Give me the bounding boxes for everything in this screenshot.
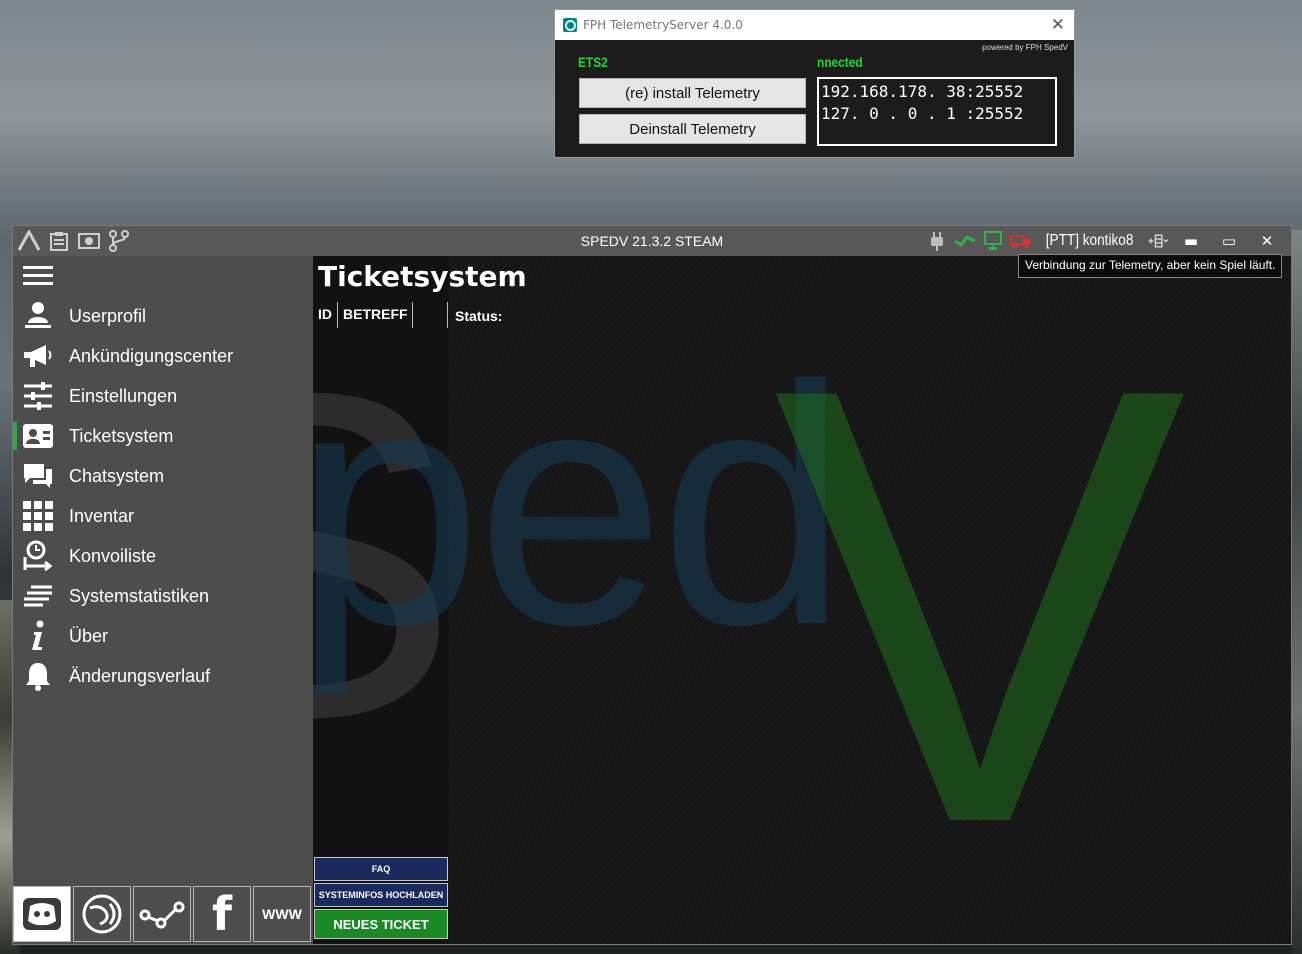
sliders-icon	[21, 381, 55, 411]
app-titlebar: SPEDV 21.3.2 STEAM [PTT] kontiko8 ▬ ▭ ✕	[13, 226, 1291, 256]
titlebar-status: [PTT] kontiko8 ▬ ▭ ✕	[926, 229, 1283, 253]
sidebar-item-ueber[interactable]: Über	[13, 616, 313, 656]
sidebar-item-aenderungsverlauf[interactable]: Änderungsverlauf	[13, 656, 313, 696]
install-telemetry-button[interactable]: (re) install Telemetry	[579, 78, 806, 108]
faq-button[interactable]: FAQ	[314, 857, 448, 881]
watermark-v: V	[773, 260, 1187, 944]
ticket-icon	[21, 421, 55, 451]
telemetry-tooltip: Verbindung zur Telemetry, aber kein Spie…	[1018, 254, 1283, 278]
bell-icon	[21, 661, 55, 691]
info-icon	[21, 620, 55, 651]
convoy-icon	[21, 540, 55, 572]
www-icon[interactable]: WWW	[253, 886, 311, 942]
sidebar-item-ankuendigungscenter[interactable]: Ankündigungscenter	[13, 336, 313, 376]
sidebar-item-ticketsystem[interactable]: Ticketsystem	[13, 416, 313, 456]
share-icon[interactable]	[133, 886, 191, 942]
sidebar-item-label: Chatsystem	[69, 465, 165, 486]
minimize-button[interactable]: ▬	[1175, 232, 1207, 250]
sidebar-item-label: Ankündigungscenter	[69, 345, 234, 366]
maximize-button[interactable]: ▭	[1213, 232, 1245, 250]
sidebar-item-userprofil[interactable]: Userprofil	[13, 296, 313, 336]
column-betreff[interactable]: BETREFF	[337, 302, 412, 328]
ticket-table-header: ID BETREFF	[313, 302, 448, 328]
sidebar-nav: Userprofil Ankündigungscenter Einstellun…	[13, 296, 313, 696]
hamburger-menu-icon[interactable]	[23, 266, 53, 288]
sidebar-item-systemstatistiken[interactable]: Systemstatistiken	[13, 576, 313, 616]
telemetry-titlebar: FPH TelemetryServer 4.0.0 ✕	[555, 10, 1074, 40]
stats-icon	[21, 581, 55, 611]
ticket-content: S ped V Ticketsystem ID BETREFF Status: …	[313, 256, 1291, 944]
pc-status-icon	[982, 230, 1004, 252]
close-icon[interactable]: ✕	[1051, 15, 1065, 35]
column-blank[interactable]	[412, 302, 448, 328]
chat-icon	[21, 461, 55, 491]
sidebar-item-label: Über	[69, 625, 109, 646]
social-links: f WWW	[13, 886, 311, 942]
upload-sysinfo-button[interactable]: SYSTEMINFOS HOCHLADEN	[314, 883, 448, 907]
sidebar-item-chatsystem[interactable]: Chatsystem	[13, 456, 313, 496]
status-label: Status:	[455, 308, 503, 324]
ip-address-box: 192.168.178. 38:25552 127. 0 . 0 . 1 :25…	[817, 77, 1057, 146]
sidebar-item-label: Konvoiliste	[69, 545, 157, 566]
background-rock-right	[1292, 230, 1302, 954]
game-label: ETS2	[578, 54, 608, 70]
facebook-icon[interactable]: f	[193, 886, 251, 942]
sidebar-item-label: Einstellungen	[69, 385, 178, 406]
sidebar-item-label: Systemstatistiken	[69, 585, 210, 606]
connection-status: nnected	[817, 54, 863, 70]
sidebar-item-inventar[interactable]: Inventar	[13, 496, 313, 536]
teamspeak-icon[interactable]	[73, 886, 131, 942]
telemetry-window-title: FPH TelemetryServer 4.0.0	[583, 18, 743, 32]
sidebar-item-label: Ticketsystem	[69, 425, 174, 446]
grid-icon	[21, 501, 55, 531]
sidebar-item-konvoiliste[interactable]: Konvoiliste	[13, 536, 313, 576]
user-icon	[21, 301, 55, 331]
user-name[interactable]: [PTT] kontiko8	[1046, 232, 1134, 250]
watermark-ped: ped	[313, 316, 848, 696]
sidebar-item-label: Änderungsverlauf	[69, 665, 211, 686]
spedv-window: SPEDV 21.3.2 STEAM [PTT] kontiko8 ▬ ▭ ✕ …	[12, 225, 1292, 945]
discord-icon[interactable]	[13, 886, 71, 942]
telemetry-status-icon	[954, 230, 976, 252]
column-id[interactable]: ID	[313, 302, 337, 328]
truck-status-icon	[1009, 230, 1032, 252]
sidebar-item-label: Inventar	[69, 505, 135, 526]
new-ticket-button[interactable]: NEUES TICKET	[314, 909, 448, 939]
plug-icon	[926, 230, 948, 252]
page-title: Ticketsystem	[318, 260, 527, 293]
telemetry-app-icon	[563, 18, 577, 32]
powered-by-label: powered by FPH SpedV	[982, 43, 1068, 52]
megaphone-icon	[21, 341, 55, 371]
add-layout-icon[interactable]	[1147, 230, 1169, 252]
sidebar-item-einstellungen[interactable]: Einstellungen	[13, 376, 313, 416]
close-button[interactable]: ✕	[1251, 232, 1283, 250]
sidebar: Userprofil Ankündigungscenter Einstellun…	[13, 256, 313, 944]
sidebar-item-label: Userprofil	[69, 305, 147, 326]
telemetry-window: FPH TelemetryServer 4.0.0 ✕ powered by F…	[554, 9, 1075, 158]
deinstall-telemetry-button[interactable]: Deinstall Telemetry	[579, 114, 806, 144]
